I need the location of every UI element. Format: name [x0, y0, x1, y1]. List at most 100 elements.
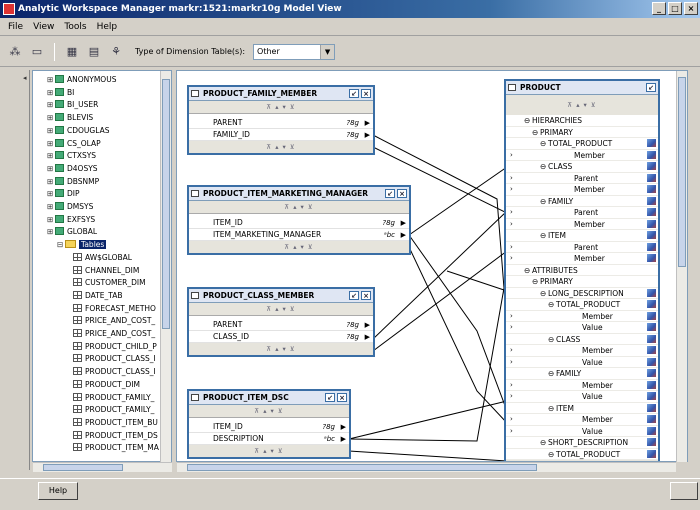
column-row[interactable]: ITEM_MARKETING_MANAGER ᵃbc ▶: [189, 229, 409, 241]
close-button[interactable]: ×: [684, 2, 698, 15]
tree-item-table[interactable]: PRODUCT_CHILD_P: [73, 340, 157, 353]
expand-icon[interactable]: ⊞: [47, 124, 55, 137]
product-tree-item[interactable]: ⊖ PRIMARY: [506, 127, 658, 138]
column-row[interactable]: ITEM_ID ?8g ▶: [189, 217, 409, 229]
collapse-icon[interactable]: ⊖: [540, 288, 546, 300]
navigator-collapse-strip[interactable]: ◂: [22, 70, 30, 470]
product-tree-item[interactable]: › Member: [506, 380, 658, 391]
table-box-header[interactable]: PRODUCT_ITEM_DSC ↙ ×: [189, 391, 349, 405]
help-button[interactable]: Help: [38, 482, 78, 500]
product-tree-item[interactable]: ⊖ CLASS: [506, 334, 658, 346]
sort-controls[interactable]: ⊼ ▴ ▾ ⊻: [189, 241, 409, 253]
collapse-icon[interactable]: ⊟: [57, 238, 65, 251]
maximize-button[interactable]: □: [668, 2, 682, 15]
tree-item-schema[interactable]: ⊞ CDOUGLAS: [47, 124, 109, 137]
product-tree-item[interactable]: › Parent: [506, 173, 658, 184]
table-box[interactable]: PRODUCT_CLASS_MEMBER ↙ × ⊼ ▴ ▾ ⊻ PARENT ?8g ▶ C…: [187, 287, 375, 357]
tree-item-table[interactable]: PRODUCT_ITEM_DS: [73, 429, 158, 442]
collapse-icon[interactable]: ⊖: [524, 265, 530, 277]
expand-icon[interactable]: ⊞: [47, 213, 55, 226]
sort-controls[interactable]: ⊼ ▴ ▾ ⊻: [189, 141, 373, 153]
tree-item-table[interactable]: PRICE_AND_COST_: [73, 327, 155, 340]
grid-icon[interactable]: ▤: [85, 43, 103, 61]
product-box-header[interactable]: PRODUCT ↙: [506, 81, 658, 95]
tree-item-schema[interactable]: ⊞ ANONYMOUS: [47, 73, 116, 86]
hierarchy-icon[interactable]: ⁂: [6, 43, 24, 61]
canvas-horizontal-scrollbar[interactable]: [177, 462, 676, 472]
expand-icon[interactable]: ⊞: [47, 187, 55, 200]
tree-item-table[interactable]: CUSTOMER_DIM: [73, 276, 146, 289]
sort-controls[interactable]: ⊼ ▴ ▾ ⊻: [189, 303, 373, 315]
product-tree-item[interactable]: ⊖ TOTAL_PRODUCT: [506, 138, 658, 150]
sort-controls[interactable]: ⊼ ▴ ▾ ⊻: [189, 405, 349, 417]
tree-item-table[interactable]: DATE_TAB: [73, 289, 123, 302]
product-tree-item[interactable]: › Member: [506, 345, 658, 357]
column-row[interactable]: PARENT ?8g ▶: [189, 319, 373, 331]
product-tree-item[interactable]: › Value: [506, 391, 658, 403]
product-tree-item[interactable]: › Member: [506, 311, 658, 322]
product-tree-item[interactable]: ⊖ PRIMARY: [506, 276, 658, 288]
product-tree-item[interactable]: › Member: [506, 184, 658, 196]
collapse-icon[interactable]: ⊖: [532, 276, 538, 288]
table-box[interactable]: PRODUCT_ITEM_DSC ↙ × ⊼ ▴ ▾ ⊻ ITEM_ID ?8g ▶ DESC…: [187, 389, 351, 459]
product-tree-item[interactable]: › Parent: [506, 207, 658, 219]
collapse-icon[interactable]: ⊖: [540, 196, 546, 208]
product-tree-item[interactable]: ⊖ TOTAL_PRODUCT: [506, 299, 658, 311]
product-tree-item[interactable]: › Member: [506, 414, 658, 426]
product-tree-item[interactable]: ⊖ FAMILY: [506, 196, 658, 208]
product-tree-item[interactable]: ⊖ FAMILY: [506, 368, 658, 380]
table-box-header[interactable]: PRODUCT_CLASS_MEMBER ↙ ×: [189, 289, 373, 303]
tree-item-table[interactable]: PRODUCT_ITEM_MA: [73, 441, 159, 454]
product-tree-item[interactable]: › Member: [506, 253, 658, 265]
table-box-header[interactable]: PRODUCT_ITEM_MARKETING_MANAGER ↙ ×: [189, 187, 409, 201]
menu-tools[interactable]: Tools: [64, 18, 86, 35]
expand-icon[interactable]: ⊞: [47, 98, 55, 111]
expand-icon[interactable]: ⊞: [47, 175, 55, 188]
tree-item-schema[interactable]: ⊞ DMSYS: [47, 200, 93, 213]
collapse-icon[interactable]: ⊖: [540, 138, 546, 150]
canvas-hscroll-thumb[interactable]: [187, 464, 537, 471]
product-tree-item[interactable]: › Member: [506, 150, 658, 161]
tree-item-schema[interactable]: ⊞ BI: [47, 86, 74, 99]
column-row[interactable]: ITEM_ID ?8g ▶: [189, 421, 349, 433]
tree-item-schema[interactable]: ⊞ GLOBAL: [47, 225, 97, 238]
expand-icon[interactable]: ⊞: [47, 149, 55, 162]
product-tree-item[interactable]: ⊖ SHORT_DESCRIPTION: [506, 437, 658, 449]
canvas-scroll-thumb[interactable]: [678, 77, 686, 267]
tree-item-table[interactable]: PRODUCT_ITEM_BU: [73, 416, 158, 429]
sort-controls[interactable]: ⊼ ▴ ▾ ⊻: [506, 95, 658, 115]
table-box[interactable]: PRODUCT_ITEM_MARKETING_MANAGER ↙ × ⊼ ▴ ▾ ⊻ I…: [187, 185, 411, 255]
product-tree-item[interactable]: ⊖ CLASS: [506, 161, 658, 173]
tree-item-schema[interactable]: ⊞ DIP: [47, 187, 80, 200]
sort-controls[interactable]: ⊼ ▴ ▾ ⊻: [189, 343, 373, 355]
collapse-icon[interactable]: ⊖: [548, 368, 554, 380]
tree-item-schema[interactable]: ⊞ CS_OLAP: [47, 137, 101, 150]
collapse-icon[interactable]: ⊖: [548, 334, 554, 346]
tree-hscroll-thumb[interactable]: [43, 464, 123, 471]
tree-item-table[interactable]: CHANNEL_DIM: [73, 264, 139, 277]
tree-horizontal-scrollbar[interactable]: [33, 462, 172, 472]
menu-help[interactable]: Help: [97, 18, 118, 35]
product-tree-item[interactable]: › Member: [506, 219, 658, 230]
column-row[interactable]: CLASS_ID ?8g ▶: [189, 331, 373, 343]
collapse-icon[interactable]: ↙: [385, 189, 395, 198]
table-view-icon[interactable]: ▭: [28, 43, 46, 61]
tree-icon[interactable]: ⚘: [107, 43, 125, 61]
tree-item-schema[interactable]: ⊞ DBSNMP: [47, 175, 99, 188]
expand-icon[interactable]: ⊞: [47, 111, 55, 124]
expand-icon[interactable]: ⊞: [47, 162, 55, 175]
column-row[interactable]: PARENT ?8g ▶: [189, 117, 373, 129]
collapse-icon[interactable]: ↙: [349, 89, 359, 98]
menu-file[interactable]: File: [8, 18, 23, 35]
tree-item-table[interactable]: PRODUCT_DIM: [73, 378, 140, 391]
tree-item-schema[interactable]: ⊞ BLEVIS: [47, 111, 93, 124]
tree-item-schema[interactable]: ⊞ EXFSYS: [47, 213, 95, 226]
collapse-icon[interactable]: ⊖: [548, 449, 554, 461]
product-tree-item[interactable]: ⊖ ITEM: [506, 403, 658, 414]
apply-button[interactable]: [670, 482, 698, 500]
product-tree-item[interactable]: › Value: [506, 357, 658, 368]
product-tree-item[interactable]: › Value: [506, 426, 658, 437]
canvas-vertical-scrollbar[interactable]: [676, 71, 687, 462]
dimension-type-select[interactable]: Other ▼: [253, 43, 336, 60]
sort-controls[interactable]: ⊼ ▴ ▾ ⊻: [189, 201, 409, 213]
